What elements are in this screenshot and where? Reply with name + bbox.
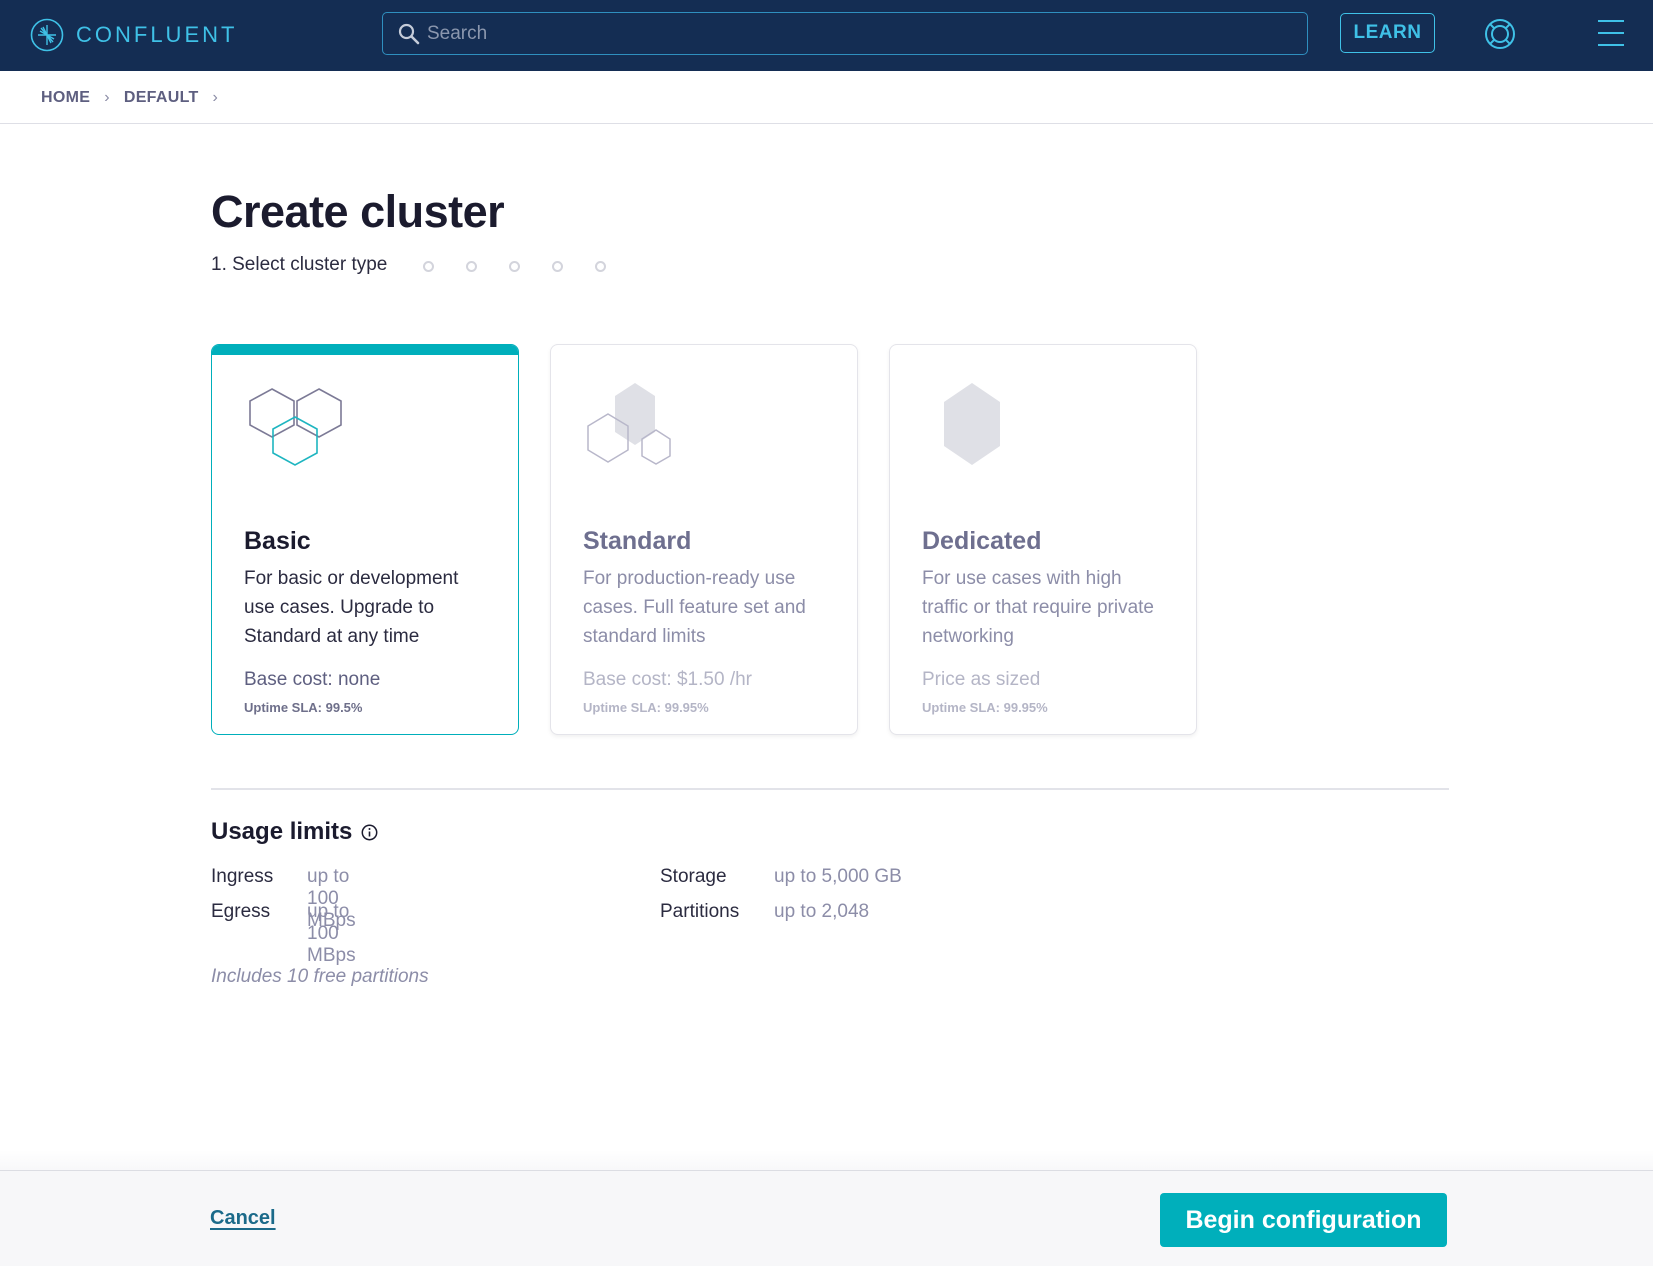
free-partitions-note: Includes 10 free partitions xyxy=(211,966,429,987)
breadcrumb: HOME › DEFAULT › xyxy=(41,86,232,110)
info-icon[interactable] xyxy=(361,824,378,841)
footer-fade xyxy=(0,1150,1653,1170)
breadcrumb-divider xyxy=(0,123,1653,124)
card-sla: Uptime SLA: 99.95% xyxy=(583,700,709,715)
limit-label: Storage xyxy=(660,866,727,887)
card-cost: Base cost: none xyxy=(244,669,381,690)
search-icon xyxy=(398,23,420,44)
begin-configuration-button[interactable]: Begin configuration xyxy=(1160,1193,1447,1247)
limit-value: up to 5,000 GB xyxy=(774,866,902,887)
cluster-card-standard[interactable]: Standard For production-ready use cases.… xyxy=(550,344,858,735)
step-dot xyxy=(423,261,434,272)
card-title: Standard xyxy=(583,527,692,555)
standard-cluster-hexagons-icon xyxy=(587,383,671,465)
card-description: For production-ready use cases. Full fea… xyxy=(583,568,806,647)
usage-limits-heading: Usage limits xyxy=(211,818,378,846)
step-dot xyxy=(466,261,477,272)
card-title: Basic xyxy=(244,527,311,555)
search-box[interactable] xyxy=(382,12,1308,55)
limit-label: Ingress xyxy=(211,866,274,887)
confluent-logo-icon xyxy=(30,18,64,52)
chevron-right-icon: › xyxy=(212,89,219,106)
limit-label: Egress xyxy=(211,901,271,922)
limit-value: up to 2,048 xyxy=(774,901,870,922)
card-sla: Uptime SLA: 99.5% xyxy=(244,700,363,715)
card-description: For use cases with high traffic or that … xyxy=(922,568,1154,647)
step-dot xyxy=(552,261,563,272)
breadcrumb-default[interactable]: DEFAULT xyxy=(124,89,199,107)
limit-label: Partitions xyxy=(660,901,740,922)
cluster-card-basic[interactable]: Basic For basic or development use cases… xyxy=(211,344,519,735)
usage-limits-title: Usage limits xyxy=(211,818,353,845)
cluster-card-dedicated[interactable]: Dedicated For use cases with high traffi… xyxy=(889,344,1197,735)
step-label: 1. Select cluster type xyxy=(211,254,388,275)
limit-row-storage: Storage up to 5,000 GB xyxy=(660,866,902,888)
card-cost: Price as sized xyxy=(922,669,1041,690)
card-cost: Base cost: $1.50 /hr xyxy=(583,669,752,690)
limit-row-egress: Egress up to 100 MBps xyxy=(211,901,356,966)
basic-cluster-hexagons-icon xyxy=(249,388,342,466)
page-title: Create cluster xyxy=(211,186,505,237)
card-sla: Uptime SLA: 99.95% xyxy=(922,700,1048,715)
search-input[interactable] xyxy=(427,22,1287,45)
logo-text: CONFLUENT xyxy=(76,22,238,47)
card-description: For basic or development use cases. Upgr… xyxy=(244,568,459,647)
step-dot xyxy=(595,261,606,272)
top-navbar: CONFLUENT LEARN xyxy=(0,0,1653,71)
cancel-link[interactable]: Cancel xyxy=(210,1207,276,1230)
hamburger-menu-icon[interactable] xyxy=(1597,19,1625,47)
breadcrumb-home[interactable]: HOME xyxy=(41,89,90,107)
chevron-right-icon: › xyxy=(104,89,110,106)
confluent-logo[interactable]: CONFLUENT xyxy=(30,17,237,53)
limit-row-ingress: Ingress up to 100 MBps xyxy=(211,866,356,931)
section-divider xyxy=(211,788,1449,790)
learn-button[interactable]: LEARN xyxy=(1340,13,1435,53)
step-dot xyxy=(509,261,520,272)
dedicated-cluster-hexagon-icon xyxy=(944,383,1000,465)
lifebuoy-icon[interactable] xyxy=(1483,17,1517,51)
limit-row-partitions: Partitions up to 2,048 xyxy=(660,901,869,923)
limit-value: up to 100 MBps xyxy=(307,901,356,966)
card-title: Dedicated xyxy=(922,527,1042,555)
step-indicator xyxy=(423,261,638,272)
